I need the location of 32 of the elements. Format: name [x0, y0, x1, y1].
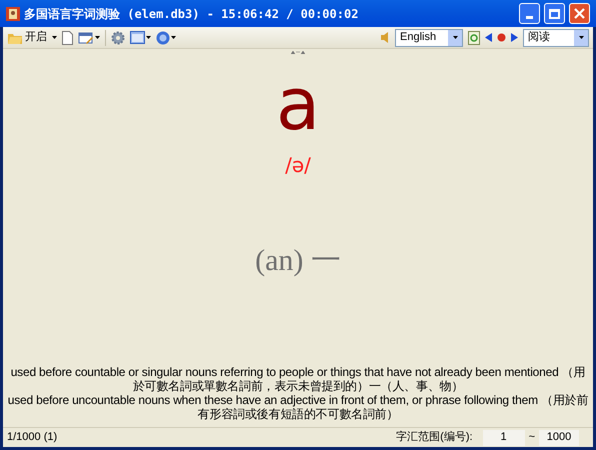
caret-icon: [171, 36, 176, 39]
caret-icon: [578, 36, 584, 39]
position-counter: 1/1000 (1): [7, 430, 58, 446]
caret-icon: [452, 36, 458, 39]
next-icon[interactable]: [511, 33, 518, 42]
range-from-field[interactable]: 1: [482, 430, 525, 446]
document-icon[interactable]: [62, 30, 73, 44]
caret-icon: [95, 36, 100, 39]
definition: used before uncountable nouns when these have an adjective in front of them, or phrase following them （用於前有形容詞或後有短語的不可數名詞前）: [7, 393, 589, 421]
caret-icon: [52, 36, 57, 39]
caret-icon: [146, 36, 151, 39]
phonetic: /ə/: [285, 152, 311, 179]
close-button[interactable]: [569, 3, 590, 24]
close-icon: [574, 8, 585, 19]
splitter-grip-icon[interactable]: [291, 50, 305, 54]
settings-icon[interactable]: [111, 30, 125, 44]
range-separator: ~: [528, 430, 535, 446]
range-to-field[interactable]: 1000: [539, 430, 579, 446]
minimize-button[interactable]: [519, 3, 540, 24]
maximize-button[interactable]: [544, 3, 565, 24]
mode-select[interactable]: 阅读: [523, 28, 589, 46]
language-select[interactable]: English: [395, 28, 463, 46]
app-icon: [6, 6, 20, 20]
edit-icon[interactable]: [78, 30, 94, 44]
range-label: 字汇范围(编号):: [396, 430, 473, 446]
record-icon[interactable]: [497, 33, 506, 42]
previous-icon[interactable]: [485, 33, 492, 42]
headword: a: [276, 64, 320, 144]
meaning: (an) 一: [255, 243, 341, 279]
open-button[interactable]: 开启: [7, 29, 47, 46]
window-icon[interactable]: [130, 31, 145, 44]
window-title: 多国语言字词测验 (elem.db3) - 15:06:42 / 00:00:02: [24, 6, 358, 22]
